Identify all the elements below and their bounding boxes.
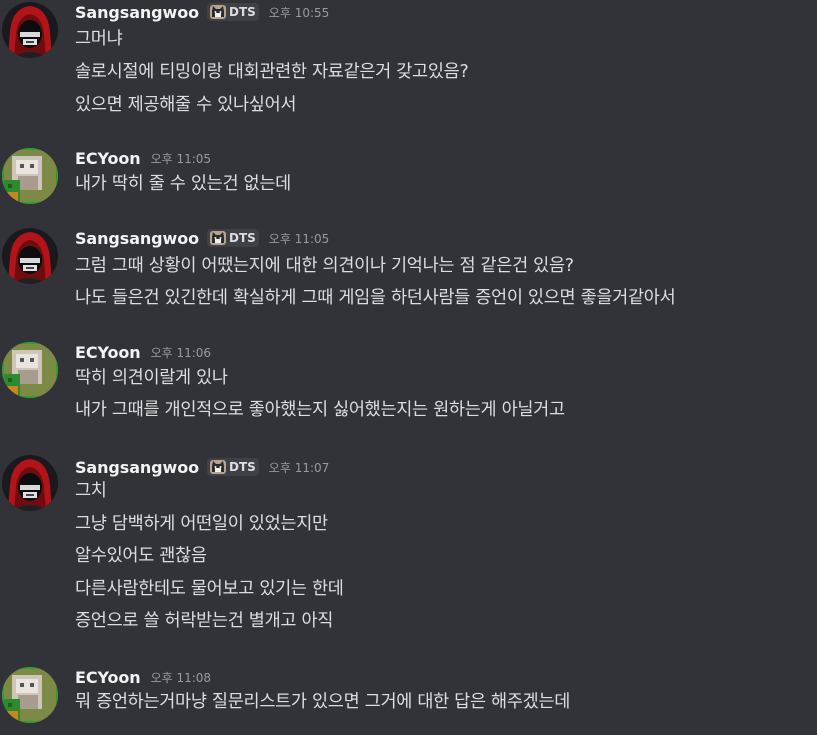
timestamp[interactable]: 오후 11:07 [269, 459, 329, 476]
cat-icon [209, 459, 227, 475]
message-header: Sangsangwoo DTS 오후 10:55 [75, 0, 329, 24]
user-avatar[interactable] [2, 2, 58, 58]
user-avatar[interactable] [2, 228, 58, 284]
server-tag-text: DTS [229, 5, 256, 19]
username[interactable]: ECYoon [75, 343, 141, 362]
message-text: 내가 그때를 개인적으로 좋아했는지 싫어했는지는 원하는게 아닐거고 [75, 400, 565, 420]
server-tag-badge[interactable]: DTS [207, 229, 259, 247]
server-tag-text: DTS [229, 231, 256, 245]
timestamp[interactable]: 오후 11:06 [151, 344, 211, 361]
message-text: 있으면 제공해줄 수 있나싶어서 [75, 95, 297, 115]
message-text: 그머냐 [75, 29, 123, 49]
username[interactable]: Sangsangwoo [75, 3, 199, 22]
user-avatar[interactable] [2, 148, 58, 204]
message-text: 증언으로 쓸 허락받는건 별개고 아직 [75, 611, 334, 631]
cat-icon [209, 4, 227, 20]
message-text: 알수있어도 괜찮음 [75, 546, 207, 566]
message-text: 그럼 그때 상황이 어땠는지에 대한 의견이나 기억나는 점 같은건 있음? [75, 256, 574, 276]
message-header: ECYoon 오후 11:05 [75, 146, 211, 170]
message-text: 뭐 증언하는거마냥 질문리스트가 있으면 그거에 대한 답은 해주겠는데 [75, 692, 571, 712]
message-header: Sangsangwoo DTS 오후 11:07 [75, 455, 329, 479]
timestamp[interactable]: 오후 10:55 [269, 4, 329, 21]
user-avatar[interactable] [2, 342, 58, 398]
user-avatar[interactable] [2, 667, 58, 723]
timestamp[interactable]: 오후 11:05 [269, 230, 329, 247]
message-text: 나도 들은건 있긴한데 확실하게 그때 게임을 하던사람들 증언이 있으면 좋을… [75, 288, 676, 308]
message-header: ECYoon 오후 11:06 [75, 340, 211, 364]
server-tag-badge[interactable]: DTS [207, 3, 259, 21]
message-text: 그냥 담백하게 어떤일이 있었는지만 [75, 514, 328, 534]
message-text: 그치 [75, 481, 107, 501]
chat-message-list: Sangsangwoo DTS 오후 10:55 그머냐 솔로시절에 티밍이랑 … [0, 0, 817, 735]
username[interactable]: ECYoon [75, 668, 141, 687]
username[interactable]: Sangsangwoo [75, 458, 199, 477]
timestamp[interactable]: 오후 11:08 [151, 669, 211, 686]
message-text: 딱히 의견이랄게 있나 [75, 368, 228, 388]
username[interactable]: Sangsangwoo [75, 229, 199, 248]
cat-icon [209, 230, 227, 246]
message-text: 내가 딱히 줄 수 있는건 없는데 [75, 174, 291, 194]
server-tag-text: DTS [229, 460, 256, 474]
username[interactable]: ECYoon [75, 149, 141, 168]
user-avatar[interactable] [2, 455, 58, 511]
message-header: Sangsangwoo DTS 오후 11:05 [75, 226, 329, 250]
timestamp[interactable]: 오후 11:05 [151, 150, 211, 167]
message-text: 솔로시절에 티밍이랑 대회관련한 자료같은거 갖고있음? [75, 62, 469, 82]
message-text: 다른사람한테도 물어보고 있기는 한데 [75, 579, 344, 599]
server-tag-badge[interactable]: DTS [207, 458, 259, 476]
